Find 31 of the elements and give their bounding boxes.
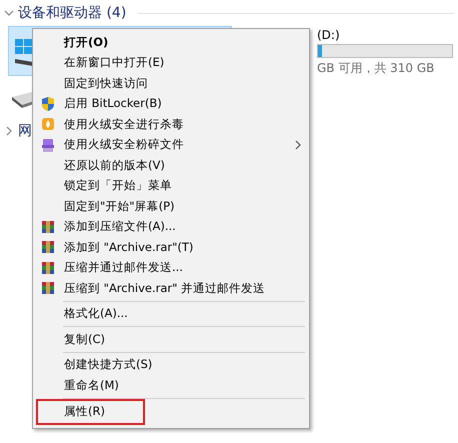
free-space-text: GB 可用，共 310 GB (317, 60, 436, 77)
group-title[interactable]: 设备和驱动器 (4) (18, 4, 126, 22)
menu-item[interactable]: 重命名(M) (35, 375, 307, 396)
menu-item[interactable]: 启用 BitLocker(B) (35, 94, 307, 114)
menu-item[interactable]: 复制(C) (35, 329, 307, 350)
menu-item[interactable]: 格式化(A)... (35, 304, 307, 324)
shield-icon (41, 96, 55, 110)
chevron-icon[interactable] (4, 8, 14, 18)
flame-icon (41, 117, 55, 131)
drive-label: (D:) (317, 28, 341, 42)
menu-item[interactable]: 在新窗口中打开(E) (35, 52, 307, 73)
shredder-icon (41, 138, 55, 152)
menu-item[interactable]: 固定到快速访问 (35, 73, 307, 94)
books-icon (41, 281, 55, 295)
menu-item[interactable]: 添加到压缩文件(A)... (35, 216, 307, 237)
menu-item[interactable]: 压缩到 "Archive.rar" 并通过邮件发送 (35, 278, 307, 298)
menu-item[interactable]: 打开(O) (35, 32, 307, 52)
group-title[interactable]: 网 (18, 122, 32, 140)
menu-item[interactable]: 固定到"开始"屏幕(P) (35, 196, 307, 216)
menu-item[interactable]: 使用火绒安全进行杀毒 (35, 114, 307, 134)
books-icon (41, 220, 55, 234)
menu-item[interactable]: 压缩并通过邮件发送... (35, 258, 307, 278)
menu-item[interactable]: 使用火绒安全粉碎文件 (35, 134, 307, 155)
chevron-icon[interactable] (4, 126, 14, 136)
books-icon (41, 240, 55, 254)
books-icon (41, 260, 55, 274)
menu-item[interactable]: 添加到 "Archive.rar"(T) (35, 237, 307, 258)
menu-item[interactable]: 锁定到「开始」菜单 (35, 176, 307, 196)
menu-item[interactable]: 还原以前的版本(V) (35, 155, 307, 176)
menu-item[interactable]: 创建快捷方式(S) (35, 354, 307, 375)
menu-item[interactable]: 属性(R) (38, 400, 143, 422)
